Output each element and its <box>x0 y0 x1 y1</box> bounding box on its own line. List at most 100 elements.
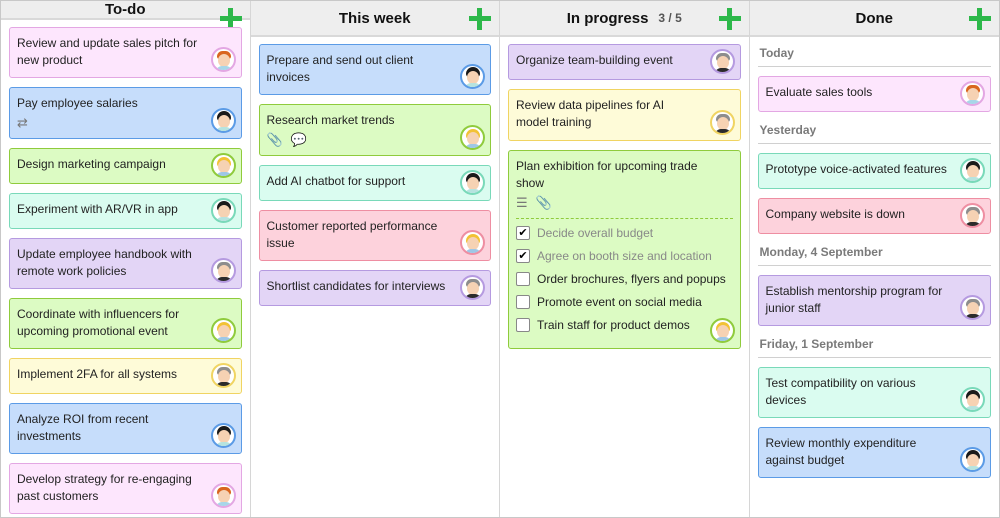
avatar[interactable] <box>210 363 236 388</box>
avatar-body <box>965 177 981 181</box>
card-title: Experiment with AR/VR in app <box>17 202 178 216</box>
checkbox[interactable] <box>516 272 530 286</box>
checklist-item[interactable]: ✔ Agree on booth size and location <box>516 248 733 264</box>
column-this-week: This week Prepare and send out client inv… <box>250 1 500 517</box>
date-group-label: Yesterday <box>757 121 991 144</box>
column-body: Today Evaluate sales tools Yesterday Protot… <box>750 37 1000 517</box>
avatar[interactable] <box>709 110 735 135</box>
task-card[interactable]: Establish mentorship program for junior … <box>757 275 991 326</box>
checklist-item-label: Promote event on social media <box>537 295 702 309</box>
task-card[interactable]: Develop strategy for re-engaging past cu… <box>9 463 242 514</box>
date-group-label: Today <box>757 44 991 67</box>
column-in-progress: In progress 3 / 5 Organize team-building e… <box>500 1 750 517</box>
card-icons: 📎 💬 <box>267 133 451 147</box>
avatar[interactable] <box>960 81 985 106</box>
card-title: Prototype voice-activated features <box>765 162 947 176</box>
checklist-item[interactable]: Train staff for product demos <box>516 317 733 333</box>
task-card[interactable]: Review data pipelines for AI model train… <box>508 89 741 141</box>
avatar-body <box>215 502 232 506</box>
card-title: Company website is down <box>765 207 905 221</box>
checkbox[interactable] <box>516 318 530 332</box>
task-card[interactable]: Analyze ROI from recent investments <box>9 403 242 454</box>
task-card[interactable]: Review and update sales pitch for new pr… <box>9 27 242 78</box>
checkbox[interactable]: ✔ <box>516 226 530 240</box>
card-icons: ⇄ <box>17 116 201 130</box>
card-title: Prepare and send out client invoices <box>266 53 414 84</box>
paperclip-icon: 📎 <box>535 195 552 210</box>
card-icons: ☰ 📎 <box>516 196 700 210</box>
date-group-label: Friday, 1 September <box>757 335 991 358</box>
avatar[interactable] <box>460 275 485 300</box>
card-title: Design marketing campaign <box>17 157 166 171</box>
date-group-label: Monday, 4 September <box>757 243 991 266</box>
task-card[interactable]: Shortlist candidates for interviews <box>258 270 491 306</box>
avatar[interactable] <box>210 258 236 283</box>
avatar[interactable] <box>210 318 236 343</box>
task-card[interactable]: Evaluate sales tools <box>757 76 991 112</box>
task-card[interactable]: Coordinate with influencers for upcoming… <box>9 298 242 349</box>
avatar[interactable] <box>709 49 735 74</box>
checklist-item[interactable]: Order brochures, flyers and popups <box>516 271 733 287</box>
avatar-body <box>465 83 481 87</box>
task-card[interactable]: Company website is down <box>757 198 991 234</box>
checklist-item-label: Order brochures, flyers and popups <box>537 272 726 286</box>
task-card[interactable]: Pay employee salaries ⇄ <box>9 87 242 139</box>
avatar[interactable] <box>210 483 236 508</box>
task-card[interactable]: Prepare and send out client invoices <box>258 44 491 95</box>
avatar[interactable] <box>960 447 985 472</box>
column-header: This week <box>250 1 499 37</box>
avatar-body <box>965 406 981 410</box>
card-title: Add AI chatbot for support <box>266 174 406 188</box>
avatar[interactable] <box>210 423 236 448</box>
avatar-body <box>965 222 981 226</box>
task-card[interactable]: Implement 2FA for all systems <box>9 358 242 394</box>
task-card[interactable]: Add AI chatbot for support <box>258 165 491 201</box>
avatar[interactable] <box>960 295 985 320</box>
avatar[interactable] <box>709 318 735 343</box>
avatar[interactable] <box>460 170 485 195</box>
task-card[interactable]: Test compatibility on various devices <box>757 367 991 418</box>
checklist-item-label: Decide overall budget <box>537 226 654 240</box>
avatar[interactable] <box>460 230 485 255</box>
avatar[interactable] <box>460 64 485 89</box>
checklist-item[interactable]: ✔ Decide overall budget <box>516 225 733 241</box>
card-title: Research market trends <box>266 113 395 127</box>
card-title: Analyze ROI from recent investments <box>17 412 149 443</box>
card-title: Update employee handbook with remote wor… <box>17 247 192 278</box>
repeat-icon: ⇄ <box>17 115 28 130</box>
checkbox[interactable]: ✔ <box>516 249 530 263</box>
task-card[interactable]: Prototype voice-activated features <box>757 153 991 189</box>
card-title: Organize team-building event <box>516 53 673 67</box>
column-body: Review and update sales pitch for new pr… <box>1 20 250 518</box>
add-card-button[interactable] <box>718 8 741 30</box>
avatar[interactable] <box>460 125 485 150</box>
avatar-body <box>215 442 232 446</box>
avatar-body <box>965 100 981 104</box>
avatar[interactable] <box>210 108 236 133</box>
add-card-button[interactable] <box>469 8 491 30</box>
checklist-item[interactable]: Promote event on social media <box>516 294 733 310</box>
avatar[interactable] <box>960 158 985 183</box>
avatar[interactable] <box>960 203 985 228</box>
task-card[interactable]: Experiment with AR/VR in app <box>9 193 242 229</box>
task-card[interactable]: Plan exhibition for upcoming trade show ☰… <box>508 150 741 349</box>
avatar-body <box>714 337 731 341</box>
task-card[interactable]: Review monthly expenditure against budge… <box>757 427 991 478</box>
avatar[interactable] <box>210 153 236 178</box>
avatar-body <box>215 382 232 386</box>
avatar-body <box>465 249 481 253</box>
avatar[interactable] <box>210 198 236 223</box>
checkbox[interactable] <box>516 295 530 309</box>
avatar[interactable] <box>960 387 985 412</box>
task-card[interactable]: Research market trends 📎 💬 <box>258 104 491 156</box>
avatar[interactable] <box>210 47 236 72</box>
task-card[interactable]: Organize team-building event <box>508 44 741 80</box>
column-count: 3 / 5 <box>658 11 682 25</box>
card-title: Establish mentorship program for junior … <box>765 284 943 315</box>
add-card-button[interactable] <box>969 8 991 30</box>
column-header: Done <box>749 1 999 37</box>
task-card[interactable]: Customer reported performance issue <box>258 210 491 261</box>
task-card[interactable]: Update employee handbook with remote wor… <box>9 238 242 289</box>
avatar-body <box>714 68 731 72</box>
task-card[interactable]: Design marketing campaign <box>9 148 242 184</box>
